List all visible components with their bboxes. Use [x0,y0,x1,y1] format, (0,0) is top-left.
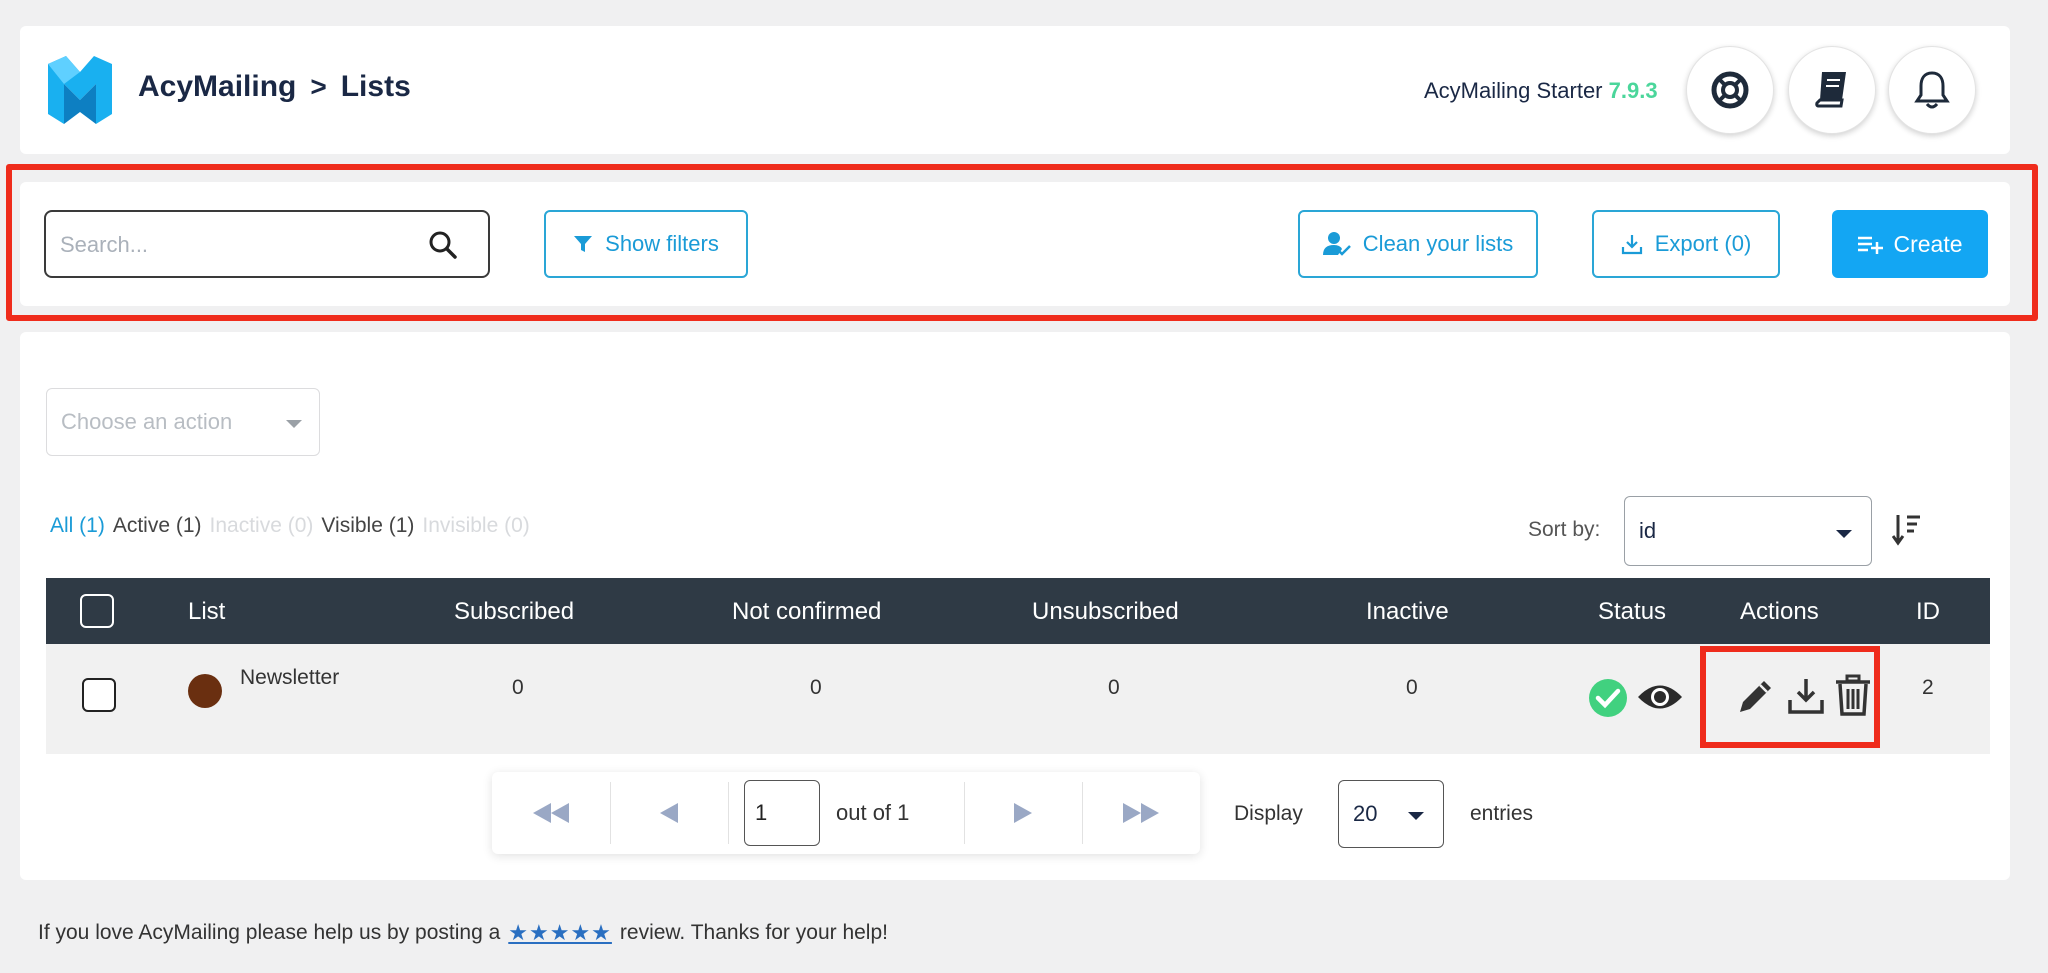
next-page-button[interactable] [964,772,1082,854]
double-chevron-right-icon [1123,803,1159,823]
filter-all[interactable]: All (1) [50,514,105,538]
clean-lists-button[interactable]: Clean your lists [1298,210,1538,278]
breadcrumb: AcyMailing > Lists [138,70,411,104]
page-number-input[interactable]: 1 [744,780,820,846]
search-input[interactable] [60,226,400,264]
filter-visible[interactable]: Visible (1) [321,514,414,538]
row-checkbox[interactable] [82,678,116,712]
entries-label: entries [1470,802,1534,825]
create-button[interactable]: Create [1832,210,1988,278]
sort-value: id [1639,518,1657,543]
filter-active[interactable]: Active (1) [113,514,202,538]
toolbar: Show filters Clean your lists Export (0)… [20,182,2010,306]
breadcrumb-app[interactable]: AcyMailing [138,70,296,104]
bulk-action-select[interactable]: Choose an action [46,388,320,456]
column-list[interactable]: List [188,598,225,626]
filter-inactive[interactable]: Inactive (0) [210,514,314,538]
cell-not-confirmed: 0 [810,676,822,699]
column-id[interactable]: ID [1916,598,1940,626]
column-subscribed[interactable]: Subscribed [454,598,574,626]
lists-panel: Choose an action All (1) Active (1) Inac… [20,332,2010,880]
caret-down-icon [286,420,302,428]
show-filters-button[interactable]: Show filters [544,210,748,278]
column-unsubscribed[interactable]: Unsubscribed [1032,598,1179,626]
cell-unsubscribed: 0 [1108,676,1120,699]
create-label: Create [1893,230,1963,257]
cell-inactive: 0 [1406,676,1418,699]
filter-invisible[interactable]: Invisible (0) [422,514,529,538]
list-name[interactable]: Newsletter [240,666,339,690]
review-stars-link[interactable]: ★★★★★ [508,920,612,946]
previous-page-button[interactable] [610,772,728,854]
list-color-dot [188,674,222,708]
pencil-icon[interactable] [1736,676,1776,716]
documentation-button[interactable] [1788,46,1876,134]
review-footer: If you love AcyMailing please help us by… [38,920,888,946]
per-page-select[interactable]: 20 [1338,780,1444,848]
add-list-icon [1858,236,1884,254]
caret-down-icon [1836,530,1852,538]
page-title: Lists [340,70,411,103]
search-icon[interactable] [428,230,458,260]
sort-label: Sort by: [1528,518,1601,541]
last-page-button[interactable] [1082,772,1200,854]
chevron-left-icon [660,803,678,823]
display-label: Display [1234,802,1303,825]
table-header: List Subscribed Not confirmed Unsubscrib… [46,578,1990,644]
trash-icon[interactable] [1834,674,1872,716]
cell-subscribed: 0 [512,676,524,699]
select-all-checkbox[interactable] [80,594,114,628]
export-button[interactable]: Export (0) [1592,210,1780,278]
chevron-right-icon [1014,803,1032,823]
page-count: out of 1 [836,800,910,825]
chevron-right-icon: > [310,71,327,102]
show-filters-label: Show filters [605,231,719,256]
acymailing-logo-icon [48,56,112,124]
footer-text-after: review. Thanks for your help! [619,921,888,944]
version-info: AcyMailing Starter 7.9.3 [1424,78,1658,104]
first-page-button[interactable] [492,772,610,854]
caret-down-icon [1408,812,1424,820]
notifications-button[interactable] [1888,46,1976,134]
download-icon [1621,235,1642,255]
clean-lists-label: Clean your lists [1362,231,1514,256]
lifebuoy-icon [1711,71,1749,109]
sort-select[interactable]: id [1624,496,1872,566]
column-actions: Actions [1740,598,1819,625]
header-bar: AcyMailing > Lists AcyMailing Starter 7.… [20,26,2010,154]
bell-icon [1914,71,1950,109]
per-page-value: 20 [1353,801,1378,826]
footer-text-before: If you love AcyMailing please help us by… [38,921,501,944]
double-chevron-left-icon [533,803,569,823]
help-button[interactable] [1686,46,1774,134]
version-number: 7.9.3 [1608,78,1658,103]
sort-direction-icon[interactable] [1892,512,1922,546]
book-icon [1815,72,1846,108]
status-filters: All (1) Active (1) Inactive (0) Visible … [50,514,530,538]
download-icon[interactable] [1786,676,1826,716]
filter-icon [574,236,593,252]
column-not-confirmed[interactable]: Not confirmed [732,598,881,626]
cell-id: 2 [1922,676,1934,699]
column-inactive[interactable]: Inactive [1366,598,1449,626]
user-check-icon [1322,232,1351,256]
check-circle-icon[interactable] [1588,678,1628,718]
search-field[interactable] [44,210,490,278]
export-label: Export (0) [1654,231,1752,256]
bulk-action-placeholder: Choose an action [61,409,233,434]
version-label: AcyMailing Starter [1424,78,1603,103]
pagination: 1 out of 1 [492,772,1200,854]
current-page: 1 [755,800,768,825]
table-row: Newsletter 0 0 0 0 2 [46,644,1990,754]
eye-icon[interactable] [1636,680,1684,714]
column-status: Status [1598,598,1667,625]
